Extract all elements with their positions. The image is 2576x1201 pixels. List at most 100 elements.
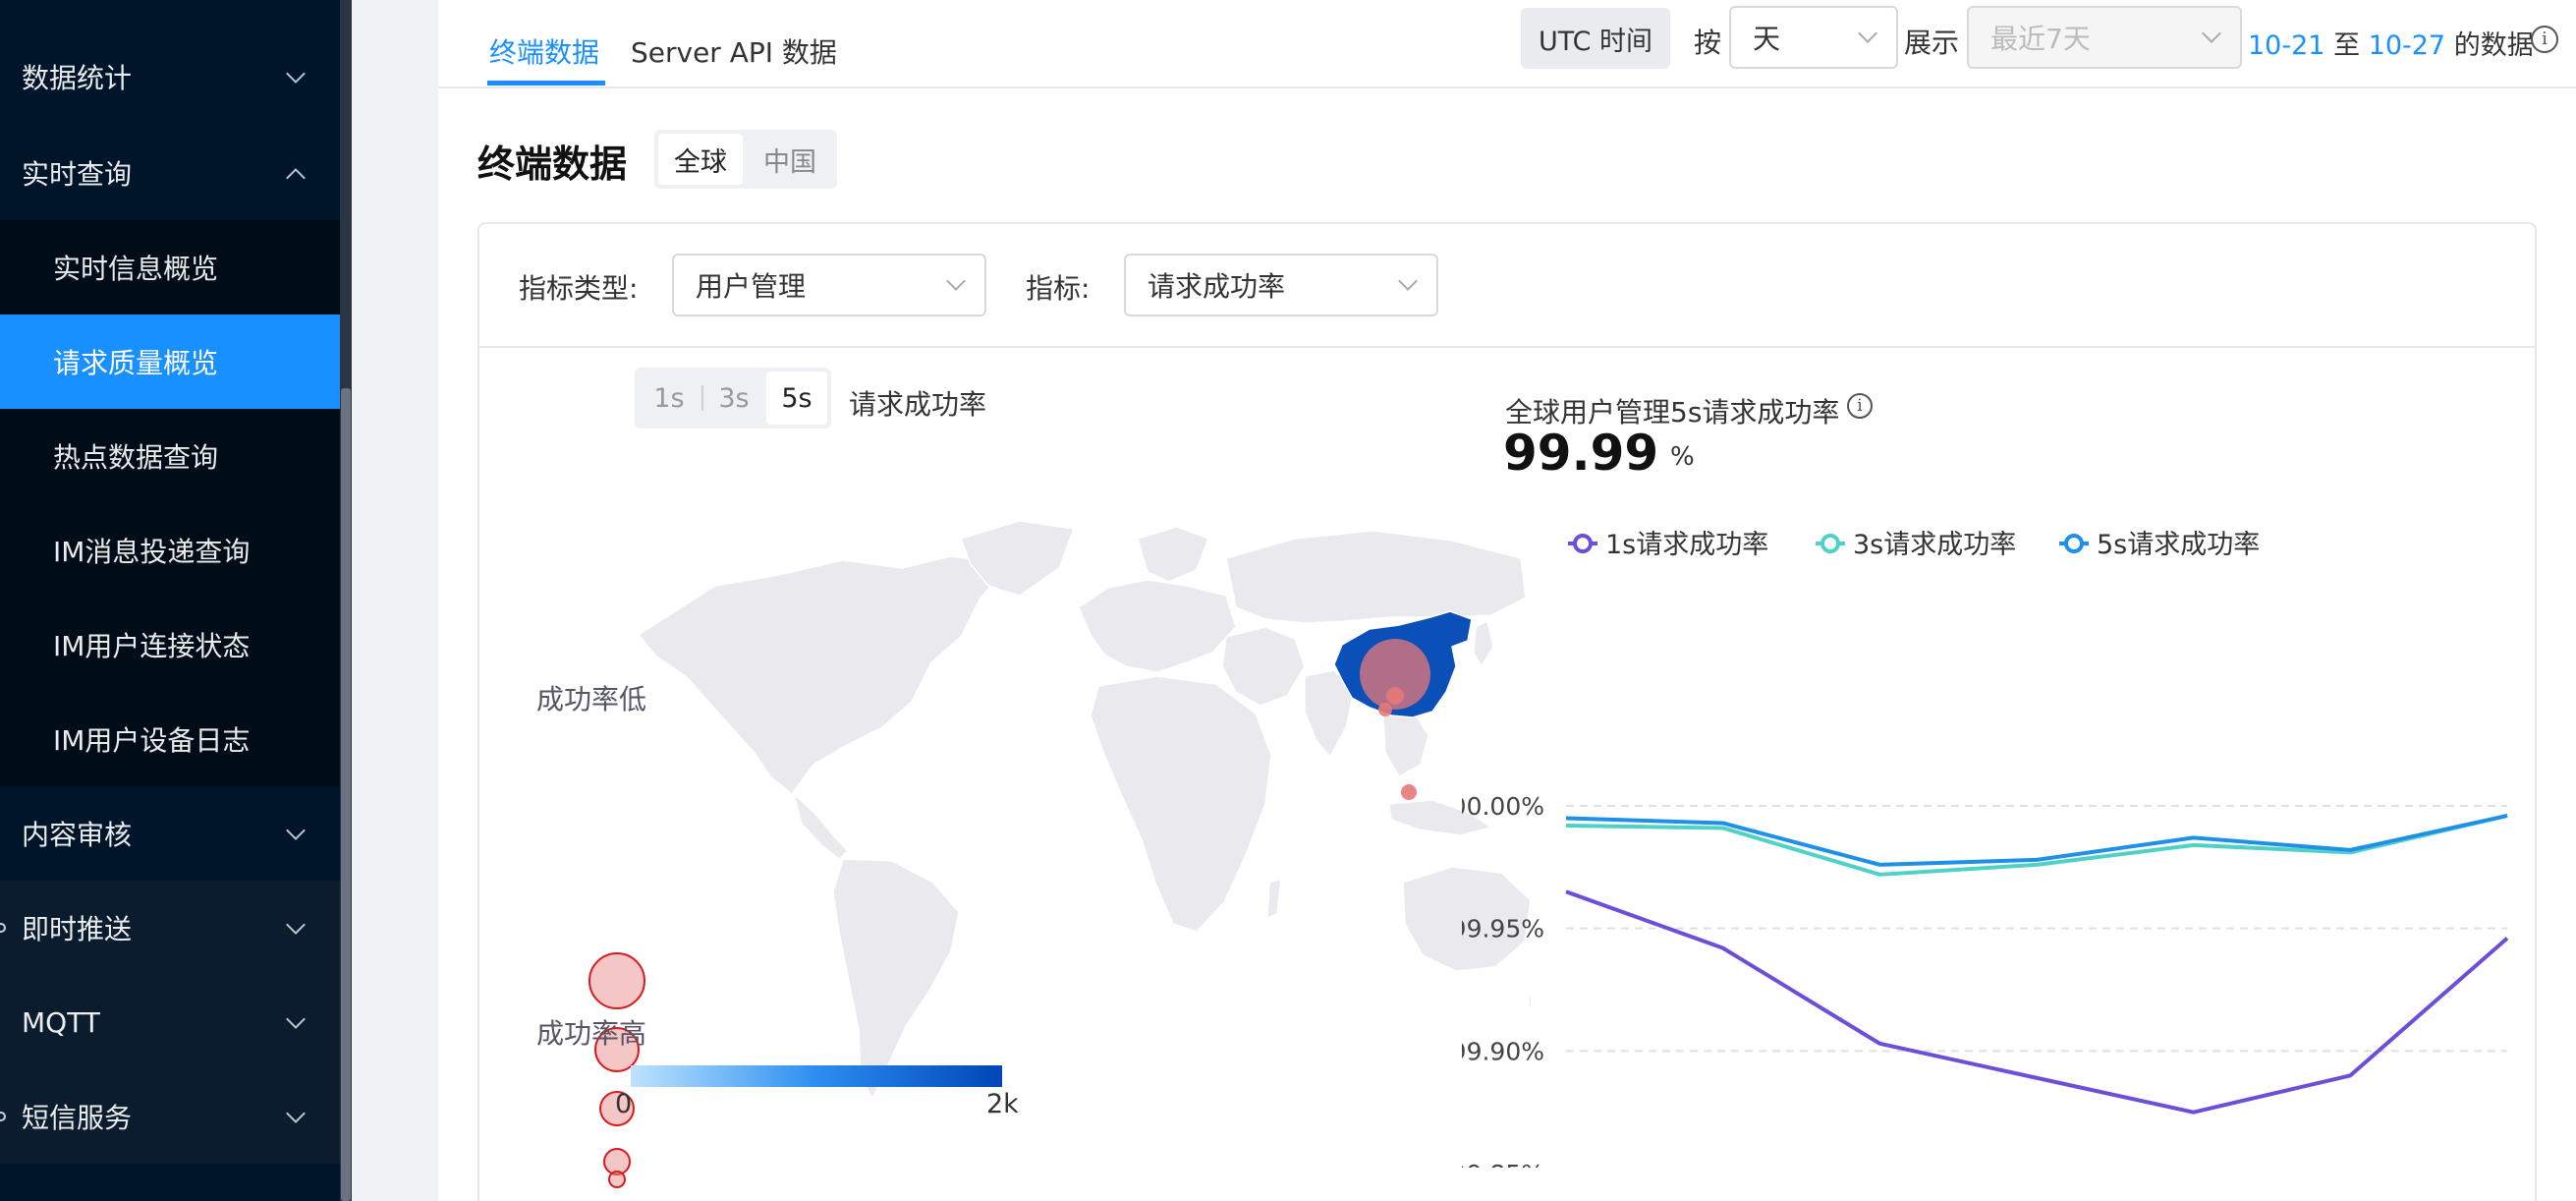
sidebar-item-label: MQTT [22,1005,100,1039]
sidebar-item-hot-data[interactable]: 热点数据查询 [0,409,340,503]
chevron-down-icon [1398,271,1418,291]
range-suffix: 的数据 [2453,30,2534,61]
sidebar-item-label: IM消息投递查询 [53,536,251,568]
legend-marker-circle [1573,534,1593,553]
legend-label: 3s请求成功率 [1853,530,2016,560]
granularity-label: 按 [1694,27,1722,59]
scrollbar-thumb[interactable] [341,388,351,1201]
color-scale-bar [631,1065,1002,1087]
scope-toggle: 全球 中国 [654,130,837,189]
land-masses [637,520,1531,1101]
legend-label: 5s请求成功率 [2097,530,2260,560]
scope-china[interactable]: 中国 [747,134,833,185]
sidebar-item-im-user-connection[interactable]: IM用户连接状态 [0,598,340,692]
map-metric-label: 请求成功率 [849,388,987,421]
sidebar-item-push[interactable]: 即时推送 [0,881,340,975]
legend-low-label: 成功率低 [536,683,647,715]
summary-unit: % [1670,442,1695,472]
granularity-value: 天 [1753,23,1781,55]
tab-terminal-data[interactable]: 终端数据 [489,31,599,71]
range-select[interactable]: 最近7天 [1967,6,2242,69]
sidebar-item-mqtt[interactable]: MQTT [0,975,340,1069]
info-icon[interactable]: i [1847,393,1873,419]
sidebar-item-label: 内容审核 [22,819,133,851]
chevron-down-icon [2202,24,2221,43]
sidebar-item-label: IM用户连接状态 [53,630,251,662]
region-europe [1078,579,1237,673]
chevron-up-icon [286,168,306,188]
bubble-south-china-2 [1378,703,1392,716]
metric-type-value: 用户管理 [696,270,807,303]
legend-marker-circle [1820,534,1840,553]
sidebar-item-label: 数据统计 [22,62,133,94]
chevron-down-icon [1858,24,1877,43]
region-middle-east [1221,626,1306,707]
sidebar-item-content-moderation[interactable]: 内容审核 [0,786,340,881]
sidebar-item-data-stats[interactable]: 数据统计 [0,29,340,124]
line-chart[interactable]: 1s请求成功率 3s请求成功率 5s请求成功率 100.00% 99.95% 99.90%… [1462,489,2513,1168]
metrics-card: 指标类型: 用户管理 指标: 请求成功率 1s 3s 5s 请求成功率 成功率低… [477,222,2537,1201]
bubble-singapore [1401,784,1417,800]
metric-value: 请求成功率 [1148,270,1286,303]
range-to: 至 [2333,30,2361,61]
scale-max-label: 2k [986,1089,1019,1119]
range-start: 10-21 [2248,30,2325,61]
content-panel: 终端数据 Server API 数据 UTC 时间 按 天 展示 最近7天 10… [438,0,2576,1201]
utc-time-button[interactable]: UTC 时间 [1521,8,1670,69]
y-tick-label: 100.00% [1462,792,1544,821]
info-icon[interactable]: i [2531,26,2558,53]
sidebar: 数据统计 实时查询 实时信息概览 请求质量概览 热点数据查询 IM消息投递查询 … [0,0,340,1201]
sidebar-item-label: IM用户设备日志 [53,724,251,757]
metric-type-select[interactable]: 用户管理 [672,254,986,316]
filter-bar: 指标类型: 用户管理 指标: 请求成功率 [479,224,2535,348]
sidebar-item-realtime-query[interactable]: 实时查询 [0,126,340,220]
interval-5s[interactable]: 5s [766,372,827,425]
chevron-down-icon [286,915,306,935]
chevron-down-icon [286,1009,306,1029]
active-tab-indicator [487,81,605,86]
range-label: 展示 [1904,27,1960,59]
main-area: 终端数据 Server API 数据 UTC 时间 按 天 展示 最近7天 10… [352,0,2576,1201]
sidebar-item-request-quality[interactable]: 请求质量概览 [0,315,340,409]
series-line [1565,889,2509,1115]
sidebar-item-label: 实时信息概览 [53,253,219,285]
region-southeast-asia [1382,711,1429,778]
sidebar-item-im-message-delivery[interactable]: IM消息投递查询 [0,503,340,598]
metric-select[interactable]: 请求成功率 [1124,254,1438,316]
region-central-america [792,791,850,860]
chevron-down-icon [286,821,306,840]
sidebar-item-label: 实时查询 [22,158,133,191]
interval-3s[interactable]: 3s [703,372,764,425]
sidebar-item-sms[interactable]: 短信服务 [0,1069,340,1164]
region-madagascar [1266,877,1282,920]
sidebar-item-label: 热点数据查询 [53,441,219,474]
page-title: 终端数据 [477,143,628,186]
granularity-select[interactable]: 天 [1729,6,1898,69]
region-north-america [637,555,1012,796]
summary-value: 99.99 [1503,425,1659,482]
chevron-down-icon [286,64,306,84]
sidebar-item-label: 短信服务 [22,1102,133,1134]
bullet-icon [0,1112,6,1121]
region-scandinavia [1137,526,1209,583]
range-end: 10-27 [2368,30,2446,61]
legend-label: 1s请求成功率 [1605,530,1768,560]
legend-marker-circle [2064,534,2084,553]
y-tick-label: 99.95% [1462,915,1544,944]
sidebar-scrollbar[interactable] [340,0,352,1201]
y-tick-label: 99.90% [1462,1037,1544,1065]
scale-min-label: 0 [615,1089,633,1119]
legend-bubble-1 [588,952,645,1009]
top-bar: 终端数据 Server API 数据 UTC 时间 按 天 展示 最近7天 10… [438,0,2576,88]
bubble-south-china-1 [1386,687,1404,705]
region-africa [1090,675,1272,933]
scope-global[interactable]: 全球 [658,134,743,185]
legend-high-label: 成功率高 [536,1017,647,1050]
tab-server-api-data[interactable]: Server API 数据 [631,31,837,71]
bullet-icon [0,923,6,933]
interval-toggle: 1s 3s 5s [635,368,831,429]
sidebar-item-im-device-log[interactable]: IM用户设备日志 [0,692,340,786]
interval-1s[interactable]: 1s [639,372,700,425]
sidebar-item-realtime-overview[interactable]: 实时信息概览 [0,220,340,315]
sidebar-item-label: 请求质量概览 [53,347,219,379]
